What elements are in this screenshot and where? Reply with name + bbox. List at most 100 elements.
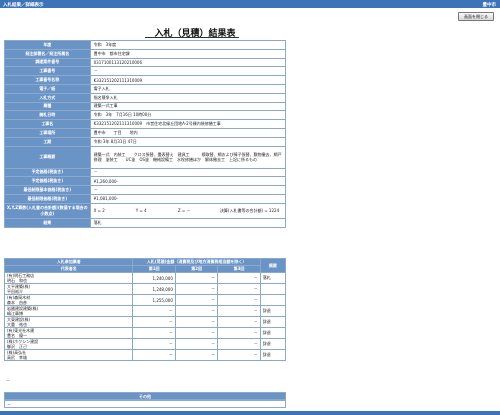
- info-label: 工事概要: [4, 145, 91, 169]
- info-value: 令和 3年 7月16日 10時00分: [89, 110, 287, 121]
- bid-row: (株)高弘社 高尻 幸雄－－－辞退: [3, 349, 287, 361]
- info-label: 調達案件番号: [4, 57, 91, 68]
- bid-round2: －: [174, 305, 219, 317]
- other-section-body: －: [4, 400, 286, 408]
- bid-round3: －: [217, 338, 261, 350]
- info-row: 予定価格(税抜き) ¥1,260,000-: [4, 176, 287, 187]
- bid-round1: －: [132, 305, 176, 317]
- info-value: 0317100113120210006: [89, 57, 287, 68]
- info-value: 豊中市 都市住宅課: [89, 48, 287, 59]
- bidder-representative: 豊名 優一: [7, 333, 27, 338]
- info-value: ¥1,081,000-: [89, 193, 287, 204]
- info-row: 結果 落札: [4, 217, 287, 228]
- bid-remark: 落札: [259, 272, 287, 284]
- info-row: 開札日時 令和 3年 7月16日 10時00分: [4, 110, 287, 121]
- title-underline: [145, 37, 239, 38]
- info-row: 調達案件番号 0317100113120210006: [4, 57, 287, 68]
- bidder-representative: 御沢 正己: [7, 344, 27, 349]
- info-row: 電子／紙 電子入札: [4, 83, 287, 94]
- info-value: 建築一式工事: [89, 101, 287, 112]
- info-label: 予定価格(税抜き): [4, 167, 91, 178]
- bid-round1: 1,240,000: [132, 272, 176, 284]
- info-value: 電子入札: [89, 83, 287, 94]
- bid-round2: －: [174, 272, 219, 284]
- bidder-cell: 岩國建設建築(株) 嶋江章博: [3, 305, 134, 317]
- bid-round1: －: [132, 349, 176, 361]
- bid-remark: 辞退: [259, 305, 287, 317]
- info-value: 豊中市 丁目 地内: [89, 127, 287, 138]
- bid-remark: 辞退: [259, 316, 287, 328]
- bidder-representative: 明石 和也: [7, 278, 27, 283]
- info-row: 入札方式 指名競争入札: [4, 92, 287, 103]
- info-value: ¥1,260,000-: [89, 176, 287, 187]
- round2-header: 第2回: [174, 265, 219, 273]
- bid-remark: 辞退: [259, 327, 287, 339]
- bid-round3: －: [217, 294, 261, 306]
- bid-remark: [259, 283, 287, 295]
- page-header-left: 入札結果／詳細表示: [3, 2, 44, 8]
- amounts-column-header: 入札(見積)金額（消費税及び地方消費税相当額を除く）: [132, 258, 261, 266]
- info-label: 入札方式: [4, 92, 91, 103]
- after-bids-note: －: [6, 378, 10, 383]
- info-label: 最低制限基本価格(税抜き): [4, 185, 91, 195]
- info-value: K332151202111310009 市営住宅北緑丘団地A-2号棟内装修繕工事: [89, 119, 287, 129]
- bid-round1: 1,255,000: [132, 294, 176, 306]
- info-label: 予定価格(税抜き): [4, 176, 91, 187]
- representative-column-header: 代表者名: [3, 265, 134, 273]
- bidder-representative: 平田裕介: [7, 289, 23, 294]
- info-row: 発注部署名／発注所属名 豊中市 都市住宅課: [4, 48, 287, 59]
- close-window-button[interactable]: 画面を閉じる: [458, 12, 494, 21]
- bid-round2: －: [174, 349, 219, 361]
- bid-row: (有)森岡木材 森本 由彦 1,255,000 －－: [3, 294, 287, 306]
- page-header-right: 豊中市: [482, 2, 497, 8]
- bid-round1: －: [132, 316, 176, 328]
- bid-round2: －: [174, 283, 219, 295]
- info-label: 開札日時: [4, 110, 91, 121]
- info-row: X,Y,Z算数(入札書の合計額)(数値する場合の小数点) X = 2 Y = 4 Z …: [4, 202, 287, 219]
- info-row: 工事番号－: [4, 66, 287, 77]
- bid-row: 岩國建設建築(株) 嶋江章博－－－辞退: [3, 305, 287, 317]
- remarks-column-header: 摘要: [259, 258, 287, 273]
- info-value: －: [89, 167, 287, 178]
- bidder-cell: 大平建築(株) 平田裕介: [3, 283, 134, 295]
- bid-row: (株)ホクシン建設 御沢 正己－－－辞退: [3, 338, 287, 350]
- bid-round1: －: [132, 327, 176, 339]
- info-label: 年度: [4, 40, 91, 50]
- info-label: 最低制限価格(税抜き): [4, 193, 91, 204]
- bid-round3: －: [217, 272, 261, 284]
- info-row: 工事名 K332151202111310009 市営住宅北緑丘団地A-2号棟内装修…: [4, 119, 287, 129]
- info-label: 工事番号: [4, 66, 91, 77]
- xyz-z: Z = －: [177, 208, 191, 214]
- info-row: 工事番号名称 K332151202111310009: [4, 75, 287, 85]
- xyz-y: Y = 4: [135, 208, 147, 214]
- bidder-cell: (株)ホクシン建設 御沢 正己: [3, 338, 134, 350]
- bid-remark: [259, 294, 287, 306]
- bid-round2: －: [174, 327, 219, 339]
- info-row: 工事概要 建築一式 内装工 クロス張替、畳表替え 建具工 襖取替、網および障子張替…: [4, 145, 287, 169]
- bidder-representative: 森本 由彦: [7, 300, 27, 305]
- bid-row: 大東建設(株) 大重 祐也－－－辞退: [3, 316, 287, 328]
- info-table: 年度 令和 3年度 発注部署名／発注所属名 豊中市 都市住宅課 調達案件番号 031710…: [4, 40, 287, 228]
- bid-round3: －: [217, 305, 261, 317]
- bidder-cell: (有)東光社木建 豊名 優一: [3, 327, 134, 339]
- bottom-bar: [0, 411, 500, 415]
- bid-round1: －: [132, 338, 176, 350]
- bid-round2: －: [174, 338, 219, 350]
- bid-row: (有)明石工務店 明石 和也 1,240,000 －－落札: [3, 272, 287, 284]
- info-value: 令和 3年度: [89, 40, 287, 50]
- info-row: 工事場所 豊中市 丁目 地内: [4, 127, 287, 138]
- bid-round2: －: [174, 294, 219, 306]
- info-value: 落札: [89, 217, 287, 228]
- info-row: 年度 令和 3年度: [4, 40, 287, 50]
- info-value: －: [89, 185, 287, 195]
- bids-table: 入札参加業者 入札(見積)金額（消費税及び地方消費税相当額を除く） 摘要 代表者…: [3, 258, 287, 361]
- bid-round3: －: [217, 349, 261, 361]
- other-section-header: その他: [4, 392, 286, 400]
- info-row: 最低制限価格(税抜き) ¥1,081,000-: [4, 193, 287, 204]
- info-value: 指名競争入札: [89, 92, 287, 103]
- info-label: 電子／紙: [4, 83, 91, 94]
- bid-round3: －: [217, 316, 261, 328]
- bidder-representative: 大重 祐也: [7, 322, 27, 327]
- xyz-x: X = 2: [93, 208, 105, 214]
- bid-remark: 辞退: [259, 349, 287, 361]
